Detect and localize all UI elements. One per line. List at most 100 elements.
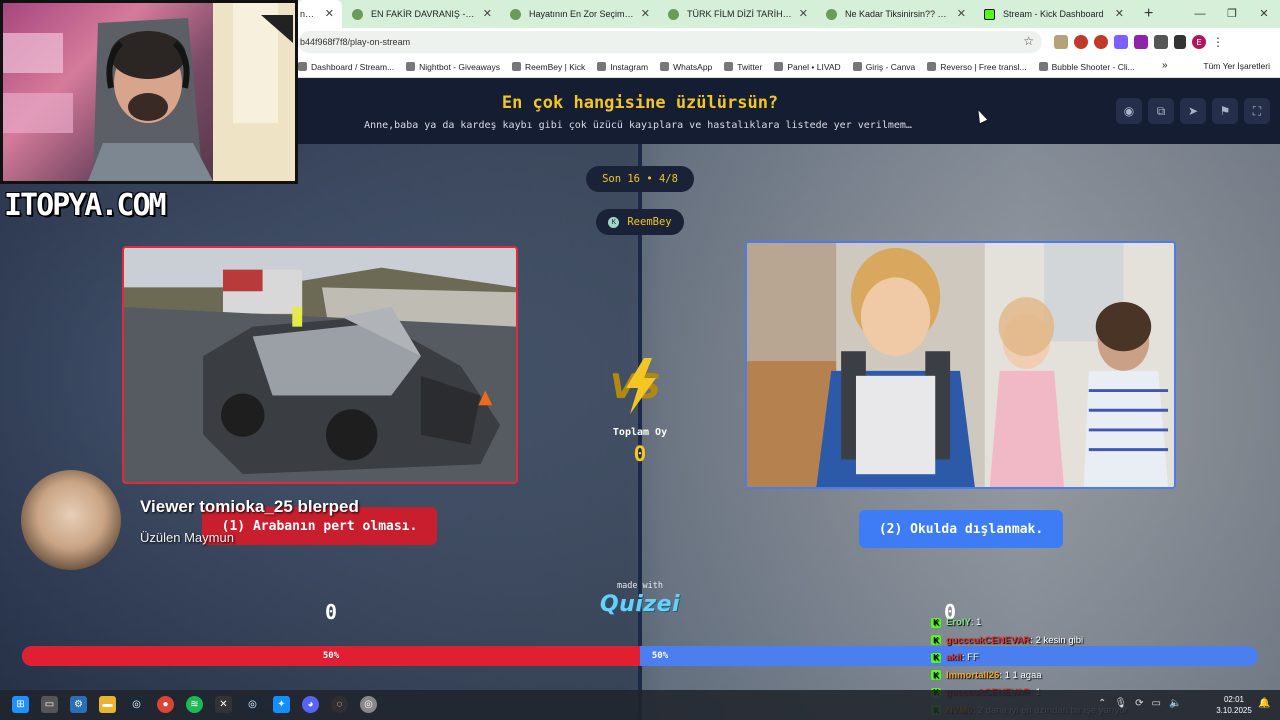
- quizei-logo[interactable]: Quizei: [590, 592, 690, 617]
- extensions: E ⋮: [1054, 35, 1224, 49]
- close-tab-icon[interactable]: ✕: [799, 7, 808, 20]
- obs-icon[interactable]: ◌: [331, 696, 348, 713]
- bookmark-favicon-icon: [298, 62, 307, 71]
- left-option-image[interactable]: [122, 246, 518, 484]
- bookmark-item[interactable]: Bubble Shooter - Cli...: [1038, 61, 1135, 72]
- steam-icon[interactable]: ◎: [244, 696, 261, 713]
- chevron-up-icon[interactable]: ⌃: [1098, 698, 1106, 709]
- tab-title: Hayatının En Zor Seçimini Yap: [529, 9, 634, 19]
- restore-icon[interactable]: ❐: [1216, 0, 1248, 28]
- bookmark-item[interactable]: Reverso | Free transl...: [927, 62, 1027, 72]
- extension-icon[interactable]: [1114, 35, 1128, 49]
- close-tab-icon[interactable]: ✕: [641, 7, 650, 20]
- spotify-icon[interactable]: ≋: [186, 696, 203, 713]
- bookmark-label: Nightbot - Giveaways: [419, 61, 500, 72]
- bookmark-label: Twitter: [737, 61, 763, 72]
- download-icon[interactable]: [1174, 35, 1186, 49]
- network-icon[interactable]: ▭: [1151, 698, 1160, 709]
- sync-icon[interactable]: ⟳: [1135, 698, 1143, 709]
- taskbar-apps: ⊞ ▭ ⚙ ▬ ◎ ● ≋ ✕ ◎ ✦ ◕ ◌ ◎: [12, 696, 377, 713]
- bookmark-item[interactable]: ReemBey | Kick: [511, 62, 585, 72]
- sponsor-logo: ITOPYA.COM: [4, 188, 167, 223]
- battle-net-icon[interactable]: ✦: [273, 696, 290, 713]
- browser-tab[interactable]: Stream - Kick Dashboard ✕: [974, 0, 1132, 28]
- chat-message: K ErolY : 1: [931, 614, 1191, 632]
- chat-username: ErolY: [946, 617, 971, 629]
- minimize-icon[interactable]: —: [1184, 0, 1216, 28]
- task-view-icon[interactable]: ▭: [41, 696, 58, 713]
- browser-tab[interactable]: TÜRK FİLM DİZİ TARİHİNDEKİ E ✕: [658, 0, 816, 28]
- extension-icon[interactable]: [1054, 35, 1068, 49]
- steam-icon[interactable]: ◎: [128, 696, 145, 713]
- browser-tab[interactable]: Ne Kadar Tiksinirsin?? #1 - Qui ✕: [816, 0, 974, 28]
- browser-tab[interactable]: n? - C ✕: [298, 0, 342, 28]
- browser-tab[interactable]: Hayatının En Zor Seçimini Yap ✕: [500, 0, 658, 28]
- tab-strip: n? - C✕EN FAKİR DAVRANIŞ - Quizei✕Hayatı…: [298, 0, 1132, 28]
- chrome-icon[interactable]: ●: [157, 696, 174, 713]
- puzzle-icon[interactable]: [1154, 35, 1168, 49]
- fullscreen-icon[interactable]: ⛶: [1244, 98, 1270, 124]
- close-tab-icon[interactable]: ✕: [957, 7, 966, 20]
- bookmark-item[interactable]: Instagram: [597, 62, 648, 72]
- clock-time: 02:01: [1223, 695, 1245, 704]
- webcam-overlay: [0, 0, 298, 184]
- made-with-label: made with: [616, 581, 664, 591]
- bookmarks-overflow-icon[interactable]: »: [1162, 60, 1168, 71]
- right-option-image[interactable]: [745, 241, 1176, 489]
- file-explorer-icon[interactable]: ▬: [99, 696, 116, 713]
- extension-icon[interactable]: [1074, 35, 1088, 49]
- streamer-name: ReemBey: [627, 216, 672, 228]
- taskbar: ⊞ ▭ ⚙ ▬ ◎ ● ≋ ✕ ◎ ✦ ◕ ◌ ◎ ⌃ 🎙 ⟳ ▭ 🔈 02:0…: [0, 690, 1280, 720]
- extension-icon[interactable]: [1134, 35, 1148, 49]
- bookmark-item[interactable]: Twitter: [724, 62, 762, 72]
- mic-icon[interactable]: 🎙: [1114, 698, 1127, 709]
- new-tab-button[interactable]: +: [1132, 5, 1165, 23]
- settings-icon[interactable]: ⚙: [70, 696, 87, 713]
- close-window-icon[interactable]: ✕: [1248, 0, 1280, 28]
- alert-subtitle: Üzülen Maymun: [140, 530, 234, 545]
- bookmark-item[interactable]: WhatsApp: [660, 62, 712, 72]
- kick-badge-icon: K: [931, 670, 941, 681]
- volume-icon[interactable]: 🔈: [1169, 698, 1181, 709]
- notification-icon[interactable]: 🔔: [1258, 698, 1270, 709]
- close-tab-icon[interactable]: ✕: [483, 7, 492, 20]
- chrome-profile-icon[interactable]: ◎: [360, 696, 377, 713]
- profile-avatar[interactable]: E: [1192, 35, 1206, 49]
- menu-icon[interactable]: ⋮: [1212, 35, 1224, 49]
- browser-tab[interactable]: EN FAKİR DAVRANIŞ - Quizei ✕: [342, 0, 500, 28]
- vs-lightning-icon: VS: [610, 358, 661, 414]
- car-wreck-photo: [124, 248, 516, 482]
- chat-text: : FF: [961, 652, 979, 664]
- close-tab-icon[interactable]: ✕: [325, 7, 334, 20]
- quizei-favicon-icon: [510, 8, 521, 20]
- system-clock[interactable]: 02:01 3.10.2025: [1212, 694, 1256, 716]
- bookmark-favicon-icon: [660, 62, 670, 71]
- bookmark-label: Bubble Shooter - Cli...: [1051, 61, 1135, 72]
- eye-icon[interactable]: ◉: [1116, 98, 1142, 124]
- bookmark-favicon-icon: [774, 62, 784, 71]
- xbox-icon[interactable]: ✕: [215, 696, 232, 713]
- url-field[interactable]: b44f968f7f8/play-on-stream ☆: [298, 31, 1042, 53]
- left-percentage: 50%: [322, 651, 340, 661]
- flag-icon[interactable]: ⚑: [1212, 98, 1238, 124]
- copy-icon[interactable]: ⧉: [1148, 98, 1174, 124]
- right-option-button[interactable]: (2) Okulda dışlanmak.: [859, 510, 1063, 548]
- all-bookmarks[interactable]: Tüm Yer İşaretleri: [1203, 61, 1270, 71]
- alert-avatar: [21, 470, 121, 570]
- bookmark-item[interactable]: Giriş - Canva: [852, 62, 915, 72]
- bookmark-item[interactable]: Nightbot - Giveaways: [406, 62, 500, 72]
- kick-badge-icon: K: [931, 617, 941, 628]
- bookmark-label: Panel • LIVAD: [787, 61, 841, 72]
- send-icon[interactable]: ➤: [1180, 98, 1206, 124]
- tab-title: TÜRK FİLM DİZİ TARİHİNDEKİ E: [687, 9, 792, 19]
- chat-username: gucccukCENEVAR: [946, 634, 1031, 646]
- bookmark-star-icon[interactable]: ☆: [1023, 34, 1034, 48]
- header-actions: ◉ ⧉ ➤ ⚑ ⛶: [1116, 98, 1270, 124]
- url-text: b44f968f7f8/play-on-stream: [300, 37, 411, 47]
- extension-icon[interactable]: [1094, 35, 1108, 49]
- close-tab-icon[interactable]: ✕: [1115, 7, 1124, 20]
- discord-icon[interactable]: ◕: [302, 696, 319, 713]
- bookmark-item[interactable]: Panel • LIVAD: [774, 61, 841, 72]
- bookmark-item[interactable]: Dashboard / Stream...: [298, 62, 394, 72]
- windows-start-icon[interactable]: ⊞: [12, 696, 29, 713]
